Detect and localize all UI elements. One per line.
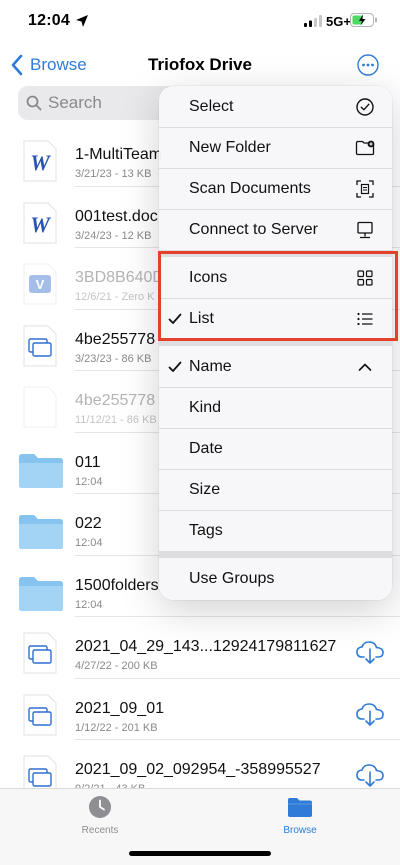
folder-add-icon — [355, 140, 375, 155]
menu-item-icons[interactable]: Icons — [159, 257, 392, 298]
window-file-icon — [23, 325, 57, 366]
file-meta: 12:04 — [75, 598, 103, 611]
svg-text:V: V — [36, 277, 45, 292]
menu-item-list[interactable]: List — [159, 298, 392, 339]
file-meta: 12:04 — [75, 537, 103, 549]
menu-item-sort-name[interactable]: Name — [159, 346, 392, 387]
file-row[interactable]: 2021_09_01 1/12/22 - 201 KB — [0, 679, 400, 740]
file-name: 2021_09_01 — [75, 699, 164, 717]
svg-text:W: W — [30, 212, 51, 237]
file-name: 3BD8B640D — [75, 269, 164, 286]
file-name: 2021_09_02_092954_-358995527 — [75, 761, 321, 778]
status-bar: 12:04 5G+ — [0, 0, 400, 44]
svg-text:W: W — [30, 150, 51, 175]
tab-label: Recents — [81, 825, 119, 836]
menu-item-label: Scan Documents — [189, 179, 311, 197]
file-meta: 3/24/23 - 12 KB — [75, 229, 152, 242]
file-meta: 3/23/23 - 86 KB — [75, 352, 152, 365]
file-meta: 4/27/22 - 200 KB — [75, 660, 158, 672]
cloud-download-icon[interactable] — [356, 762, 384, 788]
file-name: 4be255778 — [75, 330, 156, 348]
blank-document-icon — [23, 386, 57, 428]
file-meta: 11/12/21 - 86 KB — [75, 414, 157, 426]
document-scan-icon — [356, 179, 374, 198]
folder-icon — [288, 798, 312, 817]
file-name: 011 — [75, 453, 101, 471]
folder-icon — [19, 576, 63, 611]
battery-charging-icon — [350, 13, 377, 27]
menu-item-label: Date — [189, 439, 223, 457]
cloud-download-icon[interactable] — [356, 639, 384, 665]
server-monitor-icon — [357, 221, 373, 238]
file-meta: 12/6/21 - Zero K — [75, 291, 155, 303]
location-arrow-icon — [76, 15, 88, 27]
chevron-up-icon — [358, 363, 372, 371]
file-name: 2021_04_29_143...12924179811627 — [75, 638, 337, 655]
search-icon — [26, 95, 42, 111]
visio-document-icon: V — [23, 263, 57, 305]
window-file-icon — [23, 632, 57, 674]
menu-item-sort-date[interactable]: Date — [159, 428, 392, 469]
menu-item-label: Use Groups — [189, 569, 275, 587]
menu-item-connect-to-server[interactable]: Connect to Server — [159, 209, 392, 250]
file-name: 1500folders — [75, 576, 159, 594]
home-indicator — [129, 851, 271, 856]
file-meta: 1/12/22 - 201 KB — [75, 721, 158, 734]
menu-item-label: Kind — [189, 398, 222, 416]
file-name: 001test.doc — [75, 207, 158, 225]
menu-item-label: New Folder — [189, 138, 271, 156]
tab-browse[interactable]: Browse — [260, 795, 340, 836]
file-name: 1-MultiTeam — [75, 146, 163, 163]
file-meta: 12:04 — [75, 475, 103, 488]
menu-item-label: Size — [189, 480, 221, 498]
word-document-icon: W — [23, 202, 57, 243]
menu-item-scan-documents[interactable]: Scan Documents — [159, 168, 392, 209]
folder-icon — [19, 453, 63, 488]
network-type: 5G+ — [326, 14, 351, 29]
file-row[interactable]: 2021_04_29_143...12924179811627 4/27/22 … — [0, 617, 400, 679]
folder-icon — [19, 515, 63, 549]
cellular-signal-icon — [304, 15, 322, 27]
checkmark-icon — [168, 361, 182, 372]
menu-item-sort-tags[interactable]: Tags — [159, 510, 392, 551]
menu-item-sort-kind[interactable]: Kind — [159, 387, 392, 428]
file-meta: 3/21/23 - 13 KB — [75, 168, 152, 180]
search-placeholder: Search — [48, 93, 102, 112]
menu-group-separator — [159, 339, 392, 346]
context-menu: Select New Folder Scan Documents Connect… — [159, 86, 392, 600]
checkmark-circle-icon — [356, 97, 374, 116]
list-view-icon — [357, 312, 373, 325]
file-name: 4be255778 — [75, 392, 156, 409]
file-name: 022 — [75, 515, 102, 532]
clock-icon — [89, 796, 111, 818]
word-document-icon: W — [23, 140, 57, 182]
menu-item-label: Name — [189, 357, 232, 375]
cloud-download-icon[interactable] — [356, 701, 384, 727]
menu-group-separator — [159, 250, 392, 257]
menu-item-label: Icons — [189, 268, 228, 286]
more-options-icon[interactable] — [357, 54, 379, 76]
window-file-icon — [23, 694, 57, 735]
menu-item-select[interactable]: Select — [159, 86, 392, 127]
tab-label: Browse — [283, 825, 317, 836]
menu-item-label: Tags — [189, 521, 223, 539]
page-title: Triofox Drive — [148, 55, 252, 74]
menu-group-separator — [159, 551, 392, 558]
grid-view-icon — [357, 269, 373, 286]
tab-recents[interactable]: Recents — [60, 795, 140, 836]
menu-item-sort-size[interactable]: Size — [159, 469, 392, 510]
status-time: 12:04 — [28, 12, 70, 29]
menu-item-label: Select — [189, 97, 234, 115]
menu-item-new-folder[interactable]: New Folder — [159, 127, 392, 168]
menu-item-use-groups[interactable]: Use Groups — [159, 558, 392, 599]
menu-item-label: Connect to Server — [189, 220, 318, 238]
checkmark-icon — [168, 313, 182, 324]
menu-item-label: List — [189, 309, 214, 327]
